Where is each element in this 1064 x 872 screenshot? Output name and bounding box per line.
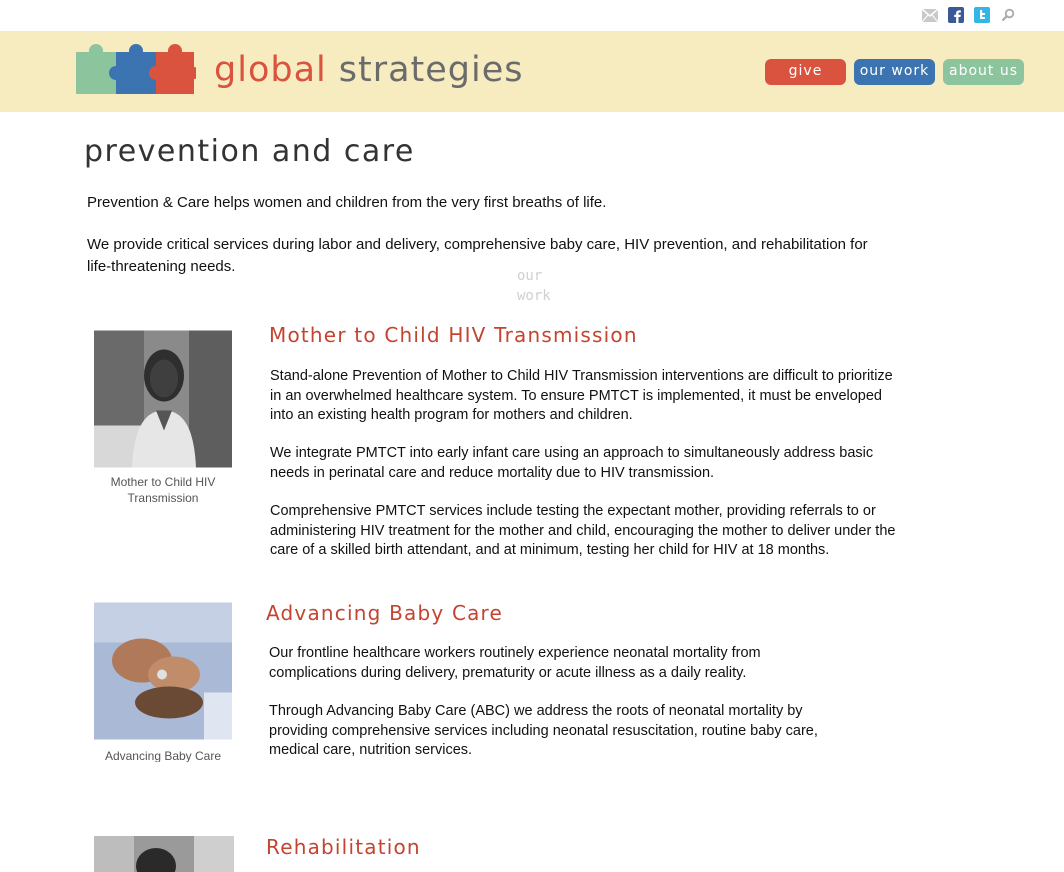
give-button[interactable]: give [765, 59, 846, 85]
rehab-section-title: Rehabilitation [266, 835, 421, 859]
pmtct-image-block[interactable]: Mother to Child HIV Transmission [94, 330, 232, 502]
intro-paragraph-1: Prevention & Care helps women and childr… [87, 194, 607, 211]
pmtct-paragraph-2: We integrate PMTCT into early infant car… [270, 445, 874, 481]
search-icon[interactable] [1000, 7, 1016, 23]
rehab-image-block[interactable] [94, 836, 234, 872]
pmtct-section-title: Mother to Child HIV Transmission [269, 323, 638, 347]
abc-paragraph-1: Our frontline healthcare workers routine… [269, 645, 761, 681]
facebook-icon[interactable] [948, 7, 964, 23]
about-us-button[interactable]: about us [943, 59, 1024, 85]
pmtct-paragraph-3: Comprehensive PMTCT services include tes… [270, 503, 896, 558]
logo-word-global: global [214, 50, 327, 90]
site-logo[interactable]: global strategies [76, 42, 524, 98]
main-nav: give our work about us [765, 59, 1024, 85]
abc-caption: Advancing Baby Care [104, 749, 222, 762]
intro-paragraph-2: We provide critical services during labo… [87, 236, 868, 275]
abc-image-block[interactable]: Advancing Baby Care [94, 602, 232, 762]
site-header: global strategies give our work about us [0, 31, 1064, 112]
puzzle-logo-icon [76, 44, 196, 94]
our-work-button[interactable]: our work [854, 59, 935, 85]
pmtct-photo [94, 330, 232, 468]
mail-icon[interactable] [922, 7, 938, 23]
top-utility-bar [0, 0, 1064, 31]
abc-paragraph-2: Through Advancing Baby Care (ABC) we add… [269, 703, 818, 758]
rehab-photo [94, 836, 234, 872]
ghost-alt-text: our work [517, 268, 551, 304]
logo-word-strategies: strategies [338, 50, 524, 90]
abc-section-title: Advancing Baby Care [266, 601, 504, 625]
page-title: prevention and care [84, 134, 415, 169]
abc-photo [94, 602, 232, 740]
social-icons [922, 7, 1016, 23]
pmtct-paragraph-1: Stand-alone Prevention of Mother to Chil… [270, 368, 893, 423]
logo-wordmark: global strategies [214, 50, 524, 90]
twitter-icon[interactable] [974, 7, 990, 23]
pmtct-caption: Mother to Child HIV Transmission [110, 475, 216, 502]
